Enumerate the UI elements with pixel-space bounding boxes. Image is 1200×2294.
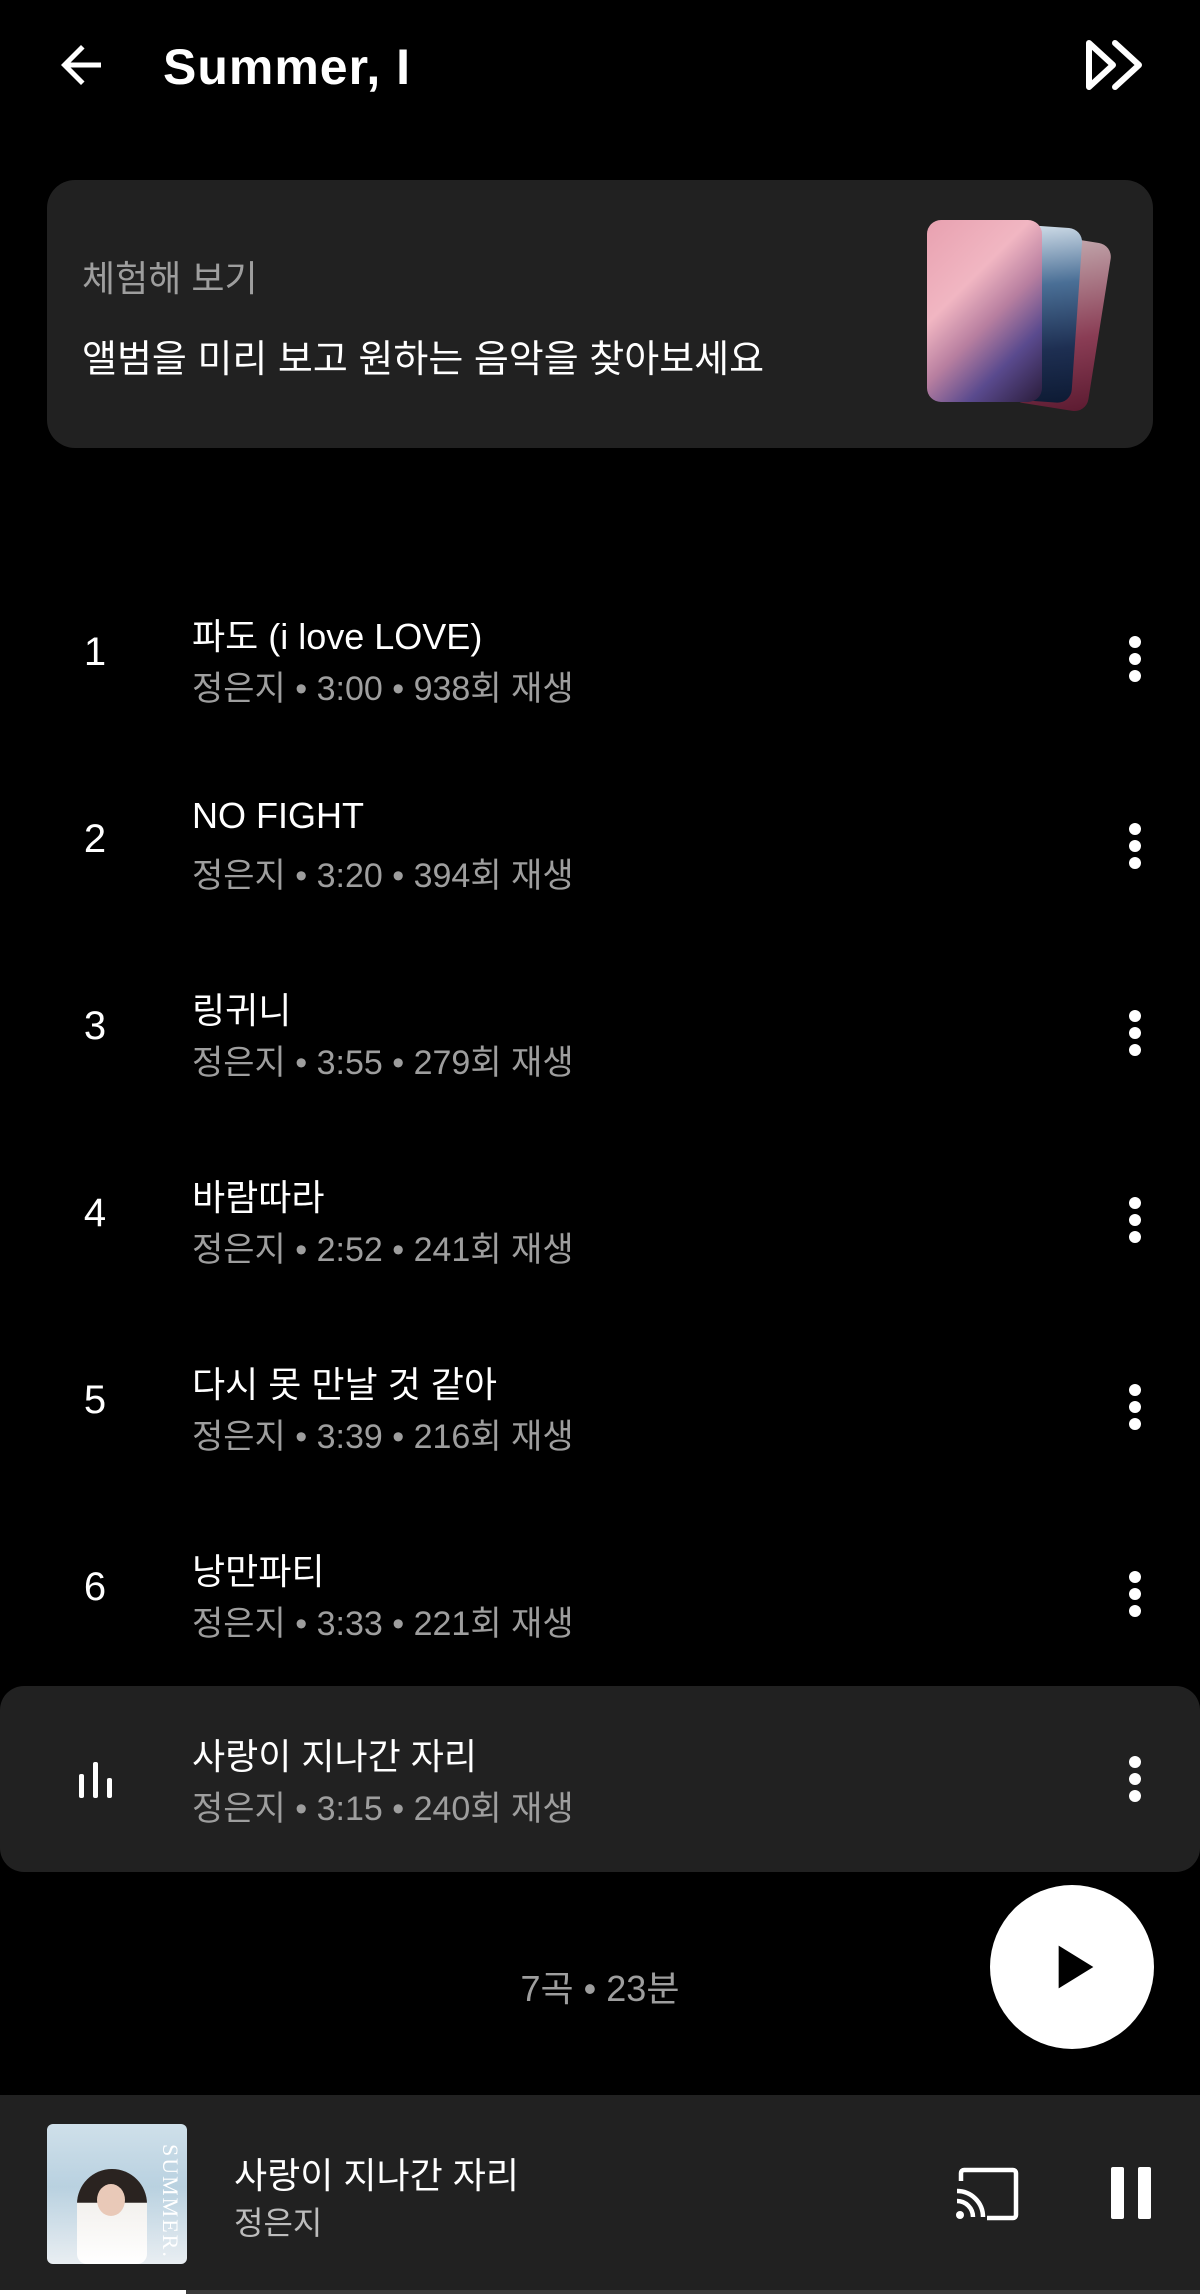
track-number: 1 bbox=[83, 630, 107, 674]
more-vert-icon bbox=[1129, 1197, 1141, 1243]
track-more-button[interactable] bbox=[1100, 624, 1170, 694]
track-number: 6 bbox=[83, 1565, 107, 1609]
track-meta: 정은지 • 3:00 • 938회 재생 bbox=[192, 670, 574, 708]
track-number: 5 bbox=[83, 1378, 107, 1422]
preview-text: 앨범을 미리 보고 원하는 음악을 찾아보세요 bbox=[82, 339, 765, 381]
track-row[interactable]: 4 바람따라 정은지 • 2:52 • 241회 재생 bbox=[0, 1127, 1200, 1313]
cast-icon bbox=[956, 2167, 1019, 2221]
top-app-bar: Summer, I bbox=[0, 0, 1200, 130]
album-art-face bbox=[97, 2184, 125, 2216]
playback-progress-bar[interactable] bbox=[0, 2290, 1200, 2294]
album-art: SUMMER. bbox=[47, 2124, 187, 2264]
cast-button[interactable] bbox=[952, 2159, 1024, 2231]
track-more-button[interactable] bbox=[1100, 998, 1170, 1068]
play-next-button[interactable] bbox=[1078, 30, 1158, 100]
album-page: Summer, I 체험해 보기 앨범을 미리 보고 원하는 음악을 찾아보세요… bbox=[0, 0, 1200, 2294]
mini-player[interactable]: SUMMER. 사랑이 지나간 자리 정은지 bbox=[0, 2095, 1200, 2294]
more-vert-icon bbox=[1129, 1010, 1141, 1056]
page-title: Summer, I bbox=[163, 39, 411, 95]
preview-thumbnail bbox=[927, 220, 1042, 402]
track-row-now-playing[interactable]: 사랑이 지나간 자리 정은지 • 3:15 • 240회 재생 bbox=[0, 1686, 1200, 1872]
arrow-left-icon bbox=[61, 45, 101, 85]
more-vert-icon bbox=[1129, 1571, 1141, 1617]
track-row[interactable]: 1 파도 (i love LOVE) 정은지 • 3:00 • 938회 재생 bbox=[0, 566, 1200, 752]
track-more-button[interactable] bbox=[1100, 1559, 1170, 1629]
track-meta: 정은지 • 3:33 • 221회 재생 bbox=[192, 1605, 574, 1643]
more-vert-icon bbox=[1129, 1384, 1141, 1430]
more-vert-icon bbox=[1129, 1756, 1141, 1802]
preview-subtitle: 체험해 보기 bbox=[82, 258, 258, 299]
play-button[interactable] bbox=[990, 1885, 1154, 2049]
preview-thumbnail-stack bbox=[927, 220, 1117, 414]
track-row[interactable]: 6 낭만파티 정은지 • 3:33 • 221회 재생 bbox=[0, 1501, 1200, 1687]
track-title: 사랑이 지나간 자리 bbox=[192, 1736, 477, 1777]
track-more-button[interactable] bbox=[1100, 1744, 1170, 1814]
track-more-button[interactable] bbox=[1100, 1372, 1170, 1442]
track-more-button[interactable] bbox=[1100, 811, 1170, 881]
track-title: 파도 (i love LOVE) bbox=[192, 616, 483, 657]
track-title: NO FIGHT bbox=[192, 795, 364, 836]
track-number: 2 bbox=[83, 817, 107, 861]
track-row[interactable]: 2 NO FIGHT 정은지 • 3:20 • 394회 재생 bbox=[0, 753, 1200, 939]
track-meta: 정은지 • 3:15 • 240회 재생 bbox=[192, 1790, 574, 1828]
album-art-text: SUMMER. bbox=[158, 2144, 183, 2259]
now-playing-title: 사랑이 지나간 자리 bbox=[234, 2155, 519, 2196]
track-more-button[interactable] bbox=[1100, 1185, 1170, 1255]
track-meta: 정은지 • 3:39 • 216회 재생 bbox=[192, 1418, 574, 1456]
track-meta: 정은지 • 2:52 • 241회 재생 bbox=[192, 1231, 574, 1269]
play-icon bbox=[1058, 1945, 1094, 1989]
playback-progress-fill bbox=[0, 2290, 186, 2294]
now-playing-artist: 정은지 bbox=[234, 2205, 323, 2241]
pause-icon bbox=[1111, 2167, 1151, 2219]
track-title: 낭만파티 bbox=[192, 1551, 325, 1592]
fast-forward-icon bbox=[1086, 40, 1142, 90]
track-number: 3 bbox=[83, 1004, 107, 1048]
track-title: 다시 못 만날 것 같아 bbox=[192, 1364, 497, 1405]
album-preview-card[interactable]: 체험해 보기 앨범을 미리 보고 원하는 음악을 찾아보세요 bbox=[47, 180, 1153, 448]
more-vert-icon bbox=[1129, 636, 1141, 682]
equalizer-icon bbox=[79, 1762, 112, 1798]
pause-button[interactable] bbox=[1095, 2157, 1167, 2229]
track-number: 4 bbox=[83, 1191, 107, 1235]
track-title: 바람따라 bbox=[192, 1177, 325, 1218]
track-row[interactable]: 5 다시 못 만날 것 같아 정은지 • 3:39 • 216회 재생 bbox=[0, 1314, 1200, 1500]
track-meta: 정은지 • 3:20 • 394회 재생 bbox=[192, 857, 574, 895]
back-button[interactable] bbox=[46, 30, 116, 100]
track-row[interactable]: 3 링귀니 정은지 • 3:55 • 279회 재생 bbox=[0, 940, 1200, 1126]
more-vert-icon bbox=[1129, 823, 1141, 869]
track-title: 링귀니 bbox=[192, 990, 292, 1031]
track-meta: 정은지 • 3:55 • 279회 재생 bbox=[192, 1044, 574, 1082]
